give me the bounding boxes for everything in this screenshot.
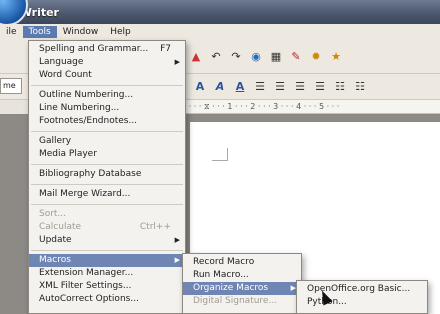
menu-item-label: Macros [39,255,71,265]
tools-menu: Spelling and Grammar... F7 Language ▶ Word C… [28,40,186,314]
menu-item-label: Bibliography Database [39,169,142,179]
ruler: · 1 · · · ⧖ · · · 1 · · · 2 · · · 3 · · … [176,100,440,114]
page-margin-mark [212,160,228,161]
menu-item-label: Gallery [39,136,72,146]
menu-item-label: XML Filter Settings... [39,281,132,291]
menu-item-python[interactable]: Python... [297,296,427,309]
menu-item-language[interactable]: Language ▶ [29,56,185,69]
menu-item-outline-numbering[interactable]: Outline Numbering... [29,89,185,102]
menu-item-mail-merge-wizard[interactable]: Mail Merge Wizard... [29,188,185,201]
bold-a-icon[interactable]: A [192,79,208,95]
menu-item-label: AutoCorrect Options... [39,294,139,304]
submenu-arrow-icon: ▶ [174,236,180,244]
menu-item-word-count[interactable]: Word Count [29,69,185,82]
menu-item-calculate: Calculate Ctrl++ [29,221,185,234]
menu-separator [31,131,183,132]
paintbrush-icon[interactable]: ▲ [188,49,204,65]
menu-item-label: Update [39,235,72,245]
menu-item-footnotes-endnotes[interactable]: Footnotes/Endnotes... [29,115,185,128]
align-center-icon[interactable]: ☰ [272,79,288,95]
menu-item-label: Footnotes/Endnotes... [39,116,138,126]
organize-macros-submenu: OpenOffice.org Basic... Python... [296,280,428,314]
submenu-arrow-icon: ▶ [174,256,180,264]
menu-bar: ile Tools Window Help [0,24,440,40]
table-icon[interactable]: ▦ [268,49,284,65]
menu-tools[interactable]: Tools [22,26,57,38]
menu-item-label: Word Count [39,70,92,80]
align-right-icon[interactable]: ☰ [292,79,308,95]
menu-item-label: Run Macro... [193,270,249,280]
menu-item-label: Language [39,57,84,67]
menu-window[interactable]: Window [57,26,105,38]
shortcut-label: F7 [160,44,171,54]
menu-item-bibliography-database[interactable]: Bibliography Database [29,168,185,181]
menu-item-label: Media Player [39,149,97,159]
menu-item-label: Digital Signature... [193,296,278,306]
menu-item-extension-manager[interactable]: Extension Manager... [29,267,185,280]
numbering-icon[interactable]: ☷ [332,79,348,95]
menu-item-xml-filter-settings[interactable]: XML Filter Settings... [29,280,185,293]
menu-separator [31,164,183,165]
font-name-input[interactable]: me [0,78,22,94]
justify-icon[interactable]: ☰ [312,79,328,95]
shortcut-label: Ctrl++ [139,222,171,232]
menu-item-line-numbering[interactable]: Line Numbering... [29,102,185,115]
menu-item-spelling-and-grammar[interactable]: Spelling and Grammar... F7 [29,43,185,56]
align-left-icon[interactable]: ☰ [252,79,268,95]
menu-item-label: Organize Macros [193,283,269,293]
menu-item-label: Record Macro [193,257,255,267]
menu-item-run-macro[interactable]: Run Macro... [183,269,301,282]
menu-item-label: Calculate [39,222,82,232]
menu-item-update[interactable]: Update ▶ [29,234,185,247]
menu-item-record-macro[interactable]: Record Macro [183,256,301,269]
menu-item-organize-macros[interactable]: Organize Macros ▶ [183,282,301,295]
menu-separator [31,250,183,251]
draw-functions-icon[interactable]: ✎ [288,49,304,65]
menu-item-autocorrect-options[interactable]: AutoCorrect Options... [29,293,185,306]
menu-separator [31,204,183,205]
hyperlink-icon[interactable]: ◉ [248,49,264,65]
menu-item-label: Outline Numbering... [39,90,134,100]
menu-item-label: Extension Manager... [39,268,134,278]
title-bar: g Writer [0,0,440,24]
navigator-icon[interactable]: ✹ [308,49,324,65]
menu-item-label: Line Numbering... [39,103,120,113]
bullets-icon[interactable]: ☷ [352,79,368,95]
undo-icon[interactable]: ↶ [208,49,224,65]
menu-item-macros[interactable]: Macros ▶ [29,254,185,267]
menu-item-label: Mail Merge Wizard... [39,189,131,199]
menu-item-openoffice-org-basic[interactable]: OpenOffice.org Basic... [297,283,427,296]
menu-file[interactable]: ile [0,26,23,38]
submenu-arrow-icon: ▶ [174,58,180,66]
italic-a-icon[interactable]: A [212,79,228,95]
gallery-icon[interactable]: ★ [328,49,344,65]
menu-help[interactable]: Help [104,26,137,38]
menu-item-media-player[interactable]: Media Player [29,148,185,161]
menu-separator [31,184,183,185]
page-margin-mark [227,148,228,161]
menu-item-digital-signature: Digital Signature... [183,295,301,308]
menu-item-gallery[interactable]: Gallery [29,135,185,148]
menu-item-label: Sort... [39,209,67,219]
redo-icon[interactable]: ↷ [228,49,244,65]
menu-item-label: Spelling and Grammar... [39,44,149,54]
underline-a-icon[interactable]: A [232,79,248,95]
menu-item-sort: Sort... [29,208,185,221]
macros-submenu: Record Macro Run Macro... Organize Macros ▶… [182,253,302,314]
menu-separator [31,85,183,86]
